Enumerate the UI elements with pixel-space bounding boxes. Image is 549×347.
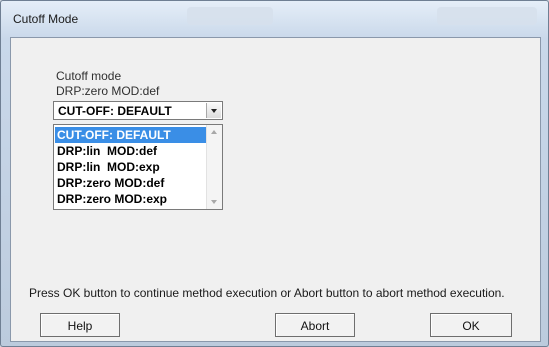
scroll-up-icon[interactable] — [211, 130, 217, 134]
background-window-blur — [437, 7, 537, 25]
list-item[interactable]: DRP:lin MOD:def — [55, 143, 207, 159]
list-item[interactable]: DRP:zero MOD:def — [55, 175, 207, 191]
help-button[interactable]: Help — [40, 313, 120, 337]
dialog-client-area: Cutoff mode DRP:zero MOD:def CUT-OFF: DE… — [10, 37, 541, 342]
list-item[interactable]: DRP:zero MOD:exp — [55, 191, 207, 207]
dialog-window: Cutoff Mode Cutoff mode DRP:zero MOD:def… — [0, 0, 549, 347]
background-window-blur — [187, 7, 273, 25]
instruction-text: Press OK button to continue method execu… — [29, 286, 505, 300]
abort-button[interactable]: Abort — [275, 313, 355, 337]
window-title: Cutoff Mode — [13, 12, 79, 26]
cutoff-mode-combobox[interactable]: CUT-OFF: DEFAULT — [53, 101, 223, 120]
cutoff-mode-dropdown-list[interactable]: CUT-OFF: DEFAULT DRP:lin MOD:def DRP:lin… — [53, 124, 223, 210]
list-item[interactable]: CUT-OFF: DEFAULT — [55, 127, 207, 143]
title-bar[interactable]: Cutoff Mode — [1, 1, 548, 37]
scroll-down-icon[interactable] — [211, 200, 217, 204]
current-mode-value: DRP:zero MOD:def — [56, 84, 160, 98]
ok-button[interactable]: OK — [430, 313, 512, 337]
list-scrollbar[interactable] — [206, 125, 222, 209]
cutoff-mode-label: Cutoff mode — [56, 69, 122, 83]
chevron-down-icon[interactable] — [206, 103, 221, 118]
combobox-selected-text: CUT-OFF: DEFAULT — [58, 104, 172, 118]
list-item[interactable]: DRP:lin MOD:exp — [55, 159, 207, 175]
